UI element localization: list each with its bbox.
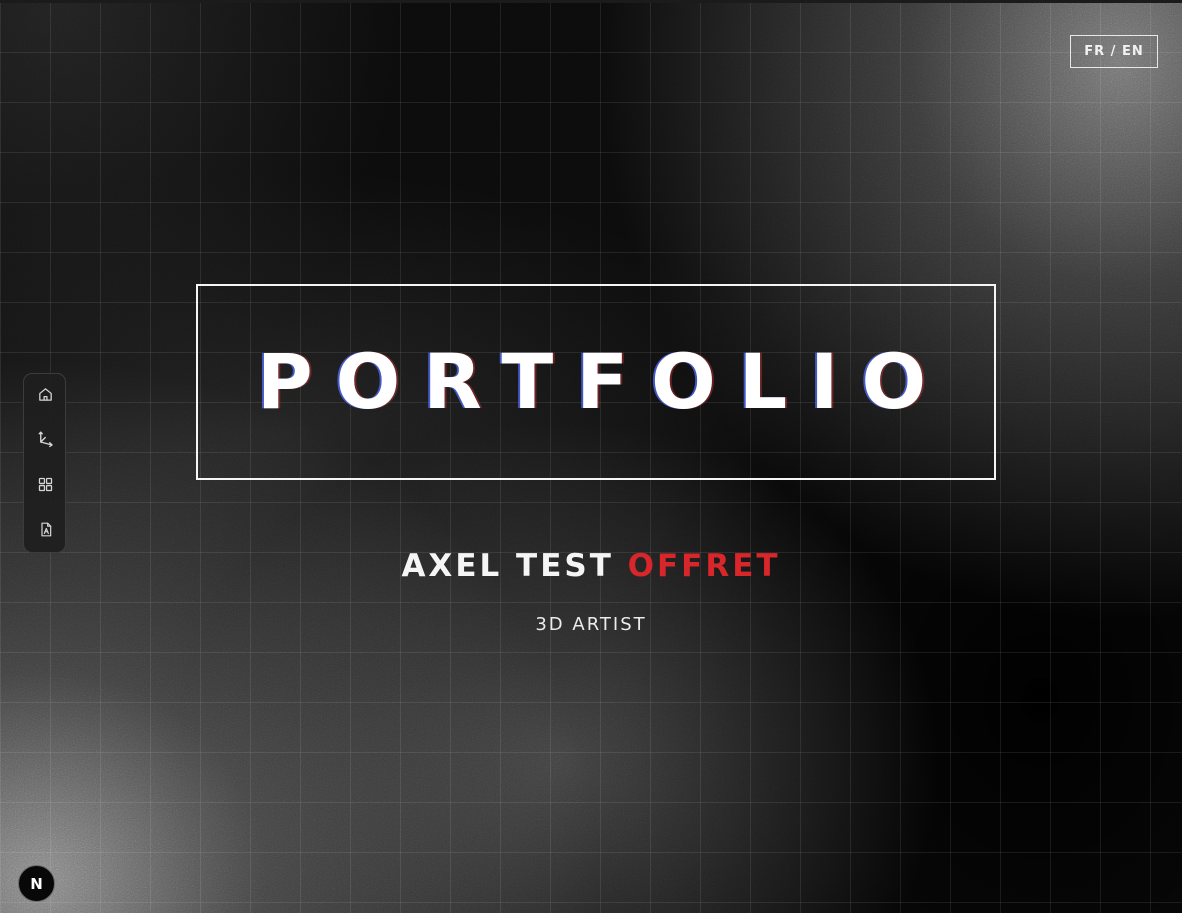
n-logo-icon: N: [30, 874, 43, 893]
home-icon: [39, 387, 52, 401]
grid-icon: [38, 477, 53, 491]
sidebar-item-projects[interactable]: [24, 466, 67, 502]
artist-last-name: OFFRET: [627, 548, 781, 584]
resume-document-icon: [40, 522, 51, 536]
portfolio-page: FR / EN PORTFOLIO AXEL TEST OFFRET 3D AR…: [0, 0, 1182, 913]
page-title: PORTFOLIO: [256, 336, 950, 426]
axes-icon: [38, 431, 53, 448]
n-logo-button[interactable]: N: [18, 865, 55, 902]
title-frame: PORTFOLIO: [196, 284, 996, 480]
sidebar-item-resume[interactable]: [24, 511, 67, 547]
sidebar-nav: [23, 373, 66, 553]
sidebar-item-home[interactable]: [24, 376, 67, 412]
sidebar-item-axes[interactable]: [24, 421, 67, 457]
artist-first-name: AXEL TEST: [401, 548, 614, 584]
artist-name: AXEL TEST OFFRET: [0, 548, 1182, 584]
top-border: [0, 0, 1182, 3]
language-toggle-button[interactable]: FR / EN: [1070, 35, 1158, 68]
artist-role: 3D ARTIST: [535, 614, 647, 635]
